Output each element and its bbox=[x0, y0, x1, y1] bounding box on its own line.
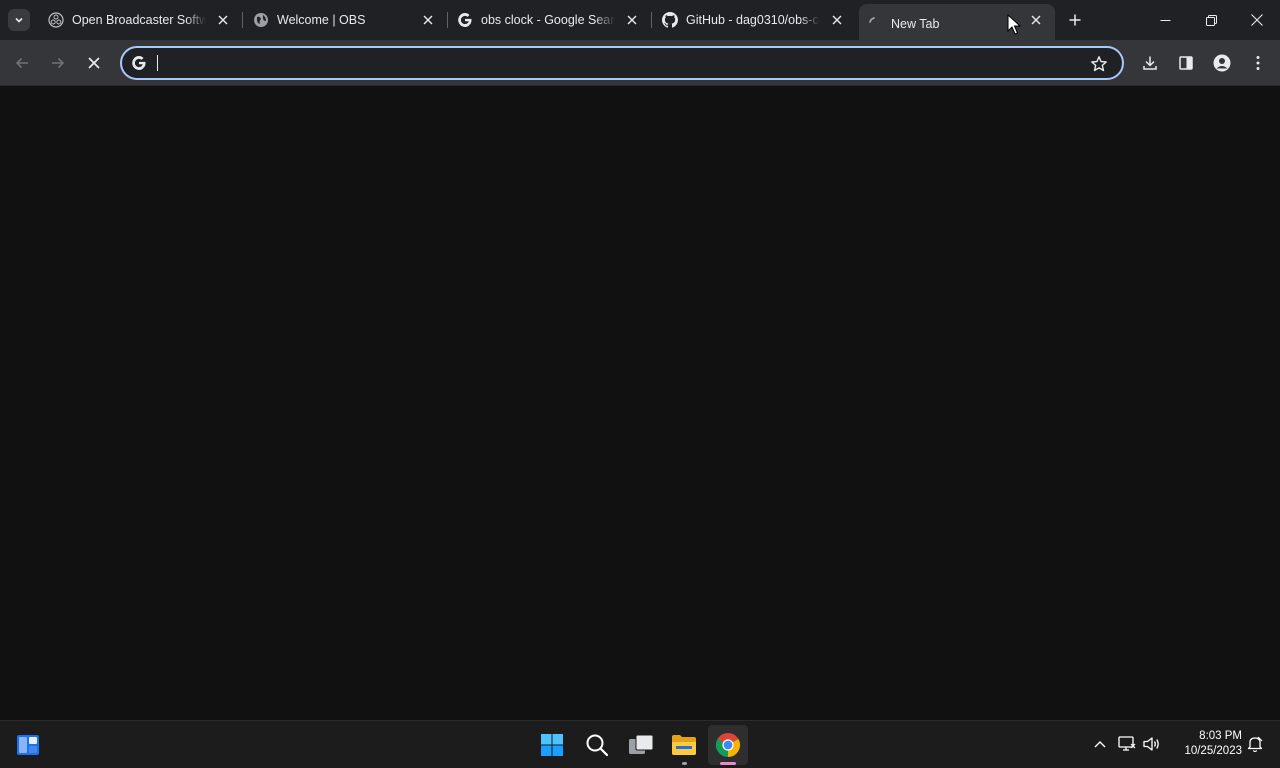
stop-loading-button[interactable] bbox=[80, 49, 108, 77]
chrome-icon bbox=[715, 733, 741, 757]
volume-button[interactable] bbox=[1141, 733, 1163, 755]
close-icon[interactable] bbox=[216, 13, 230, 27]
tab-new-tab[interactable]: New Tab bbox=[859, 4, 1055, 44]
chevron-up-icon bbox=[1094, 741, 1106, 748]
clock-date: 10/25/2023 bbox=[1184, 745, 1242, 757]
close-window-button[interactable] bbox=[1234, 0, 1280, 40]
avatar-icon bbox=[1213, 54, 1231, 72]
minimize-button[interactable] bbox=[1142, 0, 1188, 40]
tab-search-button[interactable] bbox=[8, 9, 30, 31]
mouse-cursor-icon bbox=[1007, 14, 1021, 35]
task-view-icon bbox=[629, 734, 654, 754]
task-view-button[interactable] bbox=[621, 725, 661, 765]
network-icon bbox=[1118, 736, 1136, 751]
active-app-indicator bbox=[720, 762, 736, 765]
side-panel-icon bbox=[1179, 56, 1193, 70]
new-tab-button[interactable] bbox=[1065, 10, 1085, 30]
tab-title: Open Broadcaster Software bbox=[72, 13, 206, 27]
download-icon bbox=[1143, 56, 1157, 70]
tab-strip: Open Broadcaster Software Welcome | OBS … bbox=[0, 0, 1280, 44]
close-icon[interactable] bbox=[1029, 13, 1043, 27]
back-button[interactable] bbox=[8, 49, 36, 77]
arrow-left-icon bbox=[15, 57, 28, 69]
address-input[interactable] bbox=[156, 52, 1076, 74]
chrome-taskbar-button[interactable] bbox=[708, 725, 748, 765]
minimize-icon bbox=[1160, 19, 1170, 21]
obs-icon bbox=[48, 12, 64, 28]
text-caret bbox=[157, 55, 158, 71]
arrow-right-icon bbox=[52, 57, 65, 69]
close-icon[interactable] bbox=[625, 13, 639, 27]
close-icon[interactable] bbox=[830, 13, 844, 27]
speaker-icon bbox=[1143, 737, 1159, 751]
loading-spinner-icon bbox=[867, 16, 883, 32]
tab-title: GitHub - dag0310/obs-clock bbox=[686, 13, 820, 27]
taskbar-search-button[interactable] bbox=[577, 725, 617, 765]
tab-title: New Tab bbox=[891, 17, 940, 31]
widgets-icon bbox=[17, 735, 39, 755]
address-bar[interactable] bbox=[120, 46, 1124, 80]
side-panel-button[interactable] bbox=[1172, 49, 1200, 77]
tab-google-search[interactable]: obs clock - Google Search bbox=[457, 0, 652, 40]
google-icon bbox=[132, 56, 146, 70]
tab-title: obs clock - Google Search bbox=[481, 13, 615, 27]
notification-bell-icon bbox=[1247, 736, 1263, 753]
downloads-button[interactable] bbox=[1136, 49, 1164, 77]
clock-time: 8:03 PM bbox=[1199, 730, 1242, 742]
page-content bbox=[0, 87, 1280, 720]
kebab-menu-icon bbox=[1256, 56, 1260, 70]
windows-start-icon bbox=[541, 734, 563, 756]
profile-button[interactable] bbox=[1208, 49, 1236, 77]
plus-icon bbox=[1069, 14, 1081, 26]
close-icon bbox=[88, 57, 100, 69]
file-explorer-button[interactable] bbox=[664, 725, 704, 765]
tab-obs[interactable]: Open Broadcaster Software bbox=[48, 0, 243, 40]
close-icon bbox=[1251, 14, 1263, 26]
start-button[interactable] bbox=[532, 725, 572, 765]
restore-icon bbox=[1205, 14, 1217, 26]
tab-title: Welcome | OBS bbox=[277, 13, 366, 27]
bookmark-star-icon[interactable] bbox=[1090, 55, 1108, 73]
show-hidden-icons-button[interactable] bbox=[1089, 733, 1111, 755]
tab-separator bbox=[447, 12, 448, 28]
globe-icon bbox=[253, 12, 269, 28]
widgets-button[interactable] bbox=[8, 725, 48, 765]
close-icon[interactable] bbox=[421, 13, 435, 27]
file-explorer-icon bbox=[672, 735, 696, 755]
network-button[interactable] bbox=[1116, 733, 1138, 755]
system-clock[interactable]: 8:03 PM 10/25/2023 bbox=[1170, 729, 1242, 759]
running-indicator bbox=[682, 762, 687, 765]
tab-separator bbox=[651, 12, 652, 28]
menu-button[interactable] bbox=[1244, 49, 1272, 77]
search-icon bbox=[586, 734, 609, 757]
restore-button[interactable] bbox=[1188, 0, 1234, 40]
forward-button[interactable] bbox=[44, 49, 72, 77]
chevron-down-icon bbox=[15, 17, 23, 23]
google-icon bbox=[457, 12, 473, 28]
browser-toolbar bbox=[0, 40, 1280, 86]
taskbar: 8:03 PM 10/25/2023 bbox=[0, 720, 1280, 768]
tab-github[interactable]: GitHub - dag0310/obs-clock bbox=[662, 0, 856, 40]
github-icon bbox=[662, 12, 678, 28]
tab-welcome-obs[interactable]: Welcome | OBS bbox=[253, 0, 448, 40]
notifications-button[interactable] bbox=[1244, 733, 1266, 755]
tab-separator bbox=[242, 12, 243, 28]
